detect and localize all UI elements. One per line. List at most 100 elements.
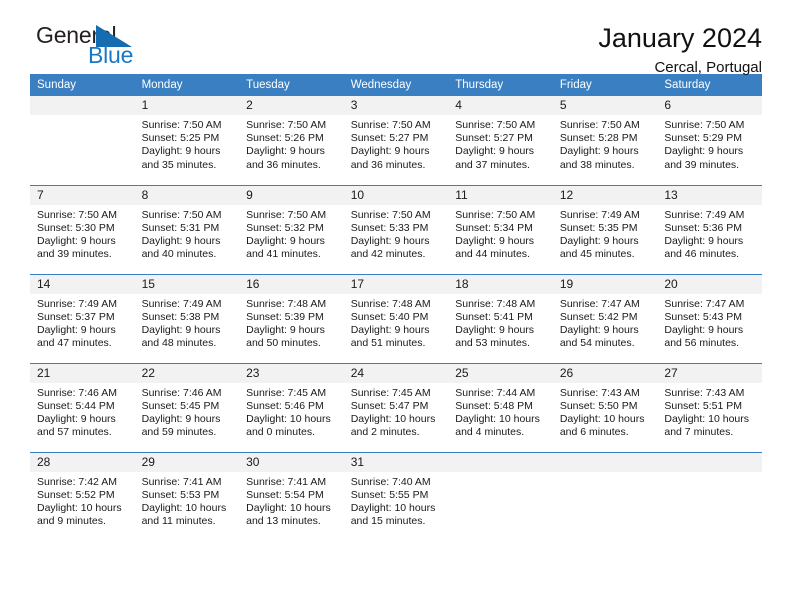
calendar-day-cell[interactable]: 20 Sunrise: 7:47 AM Sunset: 5:43 PM Dayligh… [657,273,762,363]
daylight-text-line1: Daylight: 9 hours [246,234,325,247]
day-number: 10 [343,185,449,205]
calendar-day-cell[interactable]: 2 Sunrise: 7:50 AM Sunset: 5:26 PM Daylight… [239,96,344,185]
calendar-day-cell[interactable]: 16 Sunrise: 7:48 AM Sunset: 5:39 PM Dayligh… [239,273,344,363]
calendar-day-cell[interactable]: 14 Sunrise: 7:49 AM Sunset: 5:37 PM Dayligh… [30,273,135,363]
calendar-day-cell[interactable]: 6 Sunrise: 7:50 AM Sunset: 5:29 PM Daylight… [657,96,762,185]
daylight-text-line2: and 39 minutes. [37,248,112,261]
daylight-text-line2: and 39 minutes. [664,158,740,171]
daylight-text-line2: and 15 minutes. [350,515,426,528]
day-details: Sunrise: 7:50 AM Sunset: 5:32 PM Daylight:… [239,205,344,262]
daylight-text-line1: Daylight: 9 hours [664,234,744,247]
day-details: Sunrise: 7:49 AM Sunset: 5:35 PM Daylight:… [553,205,658,262]
calendar-day-cell[interactable]: 5 Sunrise: 7:50 AM Sunset: 5:28 PM Daylight… [552,96,658,185]
calendar-day-cell[interactable]: 23 Sunrise: 7:45 AM Sunset: 5:46 PM Dayligh… [239,362,344,452]
day-details: Sunrise: 7:50 AM Sunset: 5:27 PM Daylight:… [448,115,553,172]
day-details: Sunrise: 7:50 AM Sunset: 5:27 PM Daylight:… [344,115,449,172]
sunrise-text: Sunrise: 7:50 AM [141,208,222,221]
weekday-header-sunday: Sunday [30,74,135,96]
day-number [657,452,762,472]
sunrise-text: Sunrise: 7:50 AM [246,119,327,131]
day-number: 4 [448,96,553,115]
page-header: General Blue January 2024 Cercal, Portug… [30,0,762,76]
sunset-text: Sunset: 5:40 PM [350,310,429,323]
day-number: 22 [134,363,240,383]
calendar-day-cell[interactable]: 12 Sunrise: 7:49 AM Sunset: 5:35 PM Dayligh… [552,184,658,274]
weekday-header-monday: Monday [134,74,240,96]
day-details: Sunrise: 7:40 AM Sunset: 5:55 PM Daylight:… [344,472,449,529]
calendar-day-cell[interactable]: 7 Sunrise: 7:50 AM Sunset: 5:30 PM Daylight… [30,184,135,274]
day-number: 14 [30,274,135,294]
calendar-day-cell[interactable]: 21 Sunrise: 7:46 AM Sunset: 5:44 PM Dayligh… [30,362,135,452]
day-details: Sunrise: 7:50 AM Sunset: 5:26 PM Daylight:… [239,115,344,172]
sunrise-text: Sunrise: 7:41 AM [141,475,222,488]
daylight-text-line1: Daylight: 9 hours [350,145,430,158]
daylight-text-line1: Daylight: 9 hours [664,145,744,158]
daylight-text-line2: and 0 minutes. [246,426,316,439]
sunset-text: Sunset: 5:50 PM [559,399,638,412]
sunset-text: Sunset: 5:34 PM [455,221,533,234]
day-number: 16 [239,274,344,294]
daylight-text-line2: and 4 minutes. [455,426,525,439]
calendar-day-cell[interactable]: 29 Sunrise: 7:41 AM Sunset: 5:53 PM Dayligh… [134,451,240,541]
calendar-day-cell[interactable]: 28 Sunrise: 7:42 AM Sunset: 5:52 PM Dayligh… [30,451,135,541]
title-block: January 2024 Cercal, Portugal [598,22,762,78]
calendar-day-cell[interactable]: 24 Sunrise: 7:45 AM Sunset: 5:47 PM Dayligh… [343,362,449,452]
day-number: 8 [134,185,240,205]
calendar-day-cell[interactable]: 27 Sunrise: 7:43 AM Sunset: 5:51 PM Dayligh… [657,362,762,452]
daylight-text-line2: and 59 minutes. [141,426,217,439]
day-details: Sunrise: 7:50 AM Sunset: 5:29 PM Daylight:… [657,115,762,172]
sunrise-text: Sunrise: 7:49 AM [37,297,117,310]
daylight-text-line1: Daylight: 9 hours [350,234,430,247]
sunset-text: Sunset: 5:27 PM [455,132,533,145]
daylight-text-line1: Daylight: 9 hours [664,323,744,336]
calendar-day-cell[interactable]: 26 Sunrise: 7:43 AM Sunset: 5:50 PM Dayligh… [552,362,658,452]
day-number: 9 [239,185,344,205]
calendar-day-cell[interactable]: 18 Sunrise: 7:48 AM Sunset: 5:41 PM Dayligh… [448,273,553,363]
calendar-day-cell[interactable]: 17 Sunrise: 7:48 AM Sunset: 5:40 PM Dayligh… [343,273,449,363]
sunrise-text: Sunrise: 7:50 AM [350,208,431,221]
daylight-text-line2: and 36 minutes. [246,158,321,171]
calendar-day-cell[interactable]: 22 Sunrise: 7:46 AM Sunset: 5:45 PM Dayligh… [134,362,240,452]
sunset-text: Sunset: 5:54 PM [246,488,324,501]
calendar-day-cell[interactable]: 13 Sunrise: 7:49 AM Sunset: 5:36 PM Dayligh… [657,184,762,274]
calendar-day-cell[interactable]: 30 Sunrise: 7:41 AM Sunset: 5:54 PM Dayligh… [239,451,344,541]
daylight-text-line2: and 13 minutes. [246,515,321,528]
calendar-day-cell[interactable]: 1 Sunrise: 7:50 AM Sunset: 5:25 PM Daylight… [134,96,240,185]
calendar-week-row: 21 Sunrise: 7:46 AM Sunset: 5:44 PM Dayligh… [30,362,762,452]
daylight-text-line2: and 40 minutes. [141,248,217,261]
calendar-day-cell[interactable]: 10 Sunrise: 7:50 AM Sunset: 5:33 PM Dayligh… [343,184,449,274]
calendar-day-cell[interactable]: 3 Sunrise: 7:50 AM Sunset: 5:27 PM Daylight… [343,96,449,185]
calendar-day-cell[interactable]: 11 Sunrise: 7:50 AM Sunset: 5:34 PM Dayligh… [448,184,553,274]
day-number: 17 [343,274,449,294]
day-number: 2 [239,96,344,115]
daylight-text-line1: Daylight: 9 hours [559,145,639,158]
day-details: Sunrise: 7:49 AM Sunset: 5:36 PM Daylight:… [657,205,762,262]
sunset-text: Sunset: 5:25 PM [141,132,220,145]
calendar-day-cell[interactable]: 31 Sunrise: 7:40 AM Sunset: 5:55 PM Dayligh… [343,451,449,541]
day-details: Sunrise: 7:48 AM Sunset: 5:40 PM Daylight:… [344,294,449,351]
daylight-text-line1: Daylight: 10 hours [559,412,645,425]
calendar-day-cell[interactable]: 9 Sunrise: 7:50 AM Sunset: 5:32 PM Daylight… [239,184,344,274]
calendar-day-cell[interactable]: 25 Sunrise: 7:44 AM Sunset: 5:48 PM Dayligh… [448,362,553,452]
sunset-text: Sunset: 5:55 PM [350,488,429,501]
daylight-text-line1: Daylight: 9 hours [37,412,116,425]
day-number: 31 [343,452,449,472]
calendar-day-cell[interactable]: 8 Sunrise: 7:50 AM Sunset: 5:31 PM Daylight… [134,184,240,274]
day-details: Sunrise: 7:48 AM Sunset: 5:39 PM Daylight:… [239,294,344,351]
daylight-text-line2: and 54 minutes. [559,337,635,350]
day-details: Sunrise: 7:49 AM Sunset: 5:38 PM Daylight:… [135,294,240,351]
calendar-day-cell[interactable]: 15 Sunrise: 7:49 AM Sunset: 5:38 PM Dayligh… [134,273,240,363]
day-number [30,96,135,115]
day-number: 1 [134,96,240,115]
day-number [448,452,553,472]
sunset-text: Sunset: 5:53 PM [141,488,220,501]
calendar-day-cell[interactable]: 19 Sunrise: 7:47 AM Sunset: 5:42 PM Dayligh… [552,273,658,363]
day-number: 6 [657,96,762,115]
daylight-text-line2: and 36 minutes. [350,158,426,171]
sunset-text: Sunset: 5:33 PM [350,221,429,234]
day-number: 29 [134,452,240,472]
sunrise-text: Sunrise: 7:50 AM [141,119,222,131]
day-number: 23 [239,363,344,383]
calendar-day-cell[interactable]: 4 Sunrise: 7:50 AM Sunset: 5:27 PM Daylight… [448,96,553,185]
day-details: Sunrise: 7:41 AM Sunset: 5:53 PM Daylight:… [135,472,240,529]
